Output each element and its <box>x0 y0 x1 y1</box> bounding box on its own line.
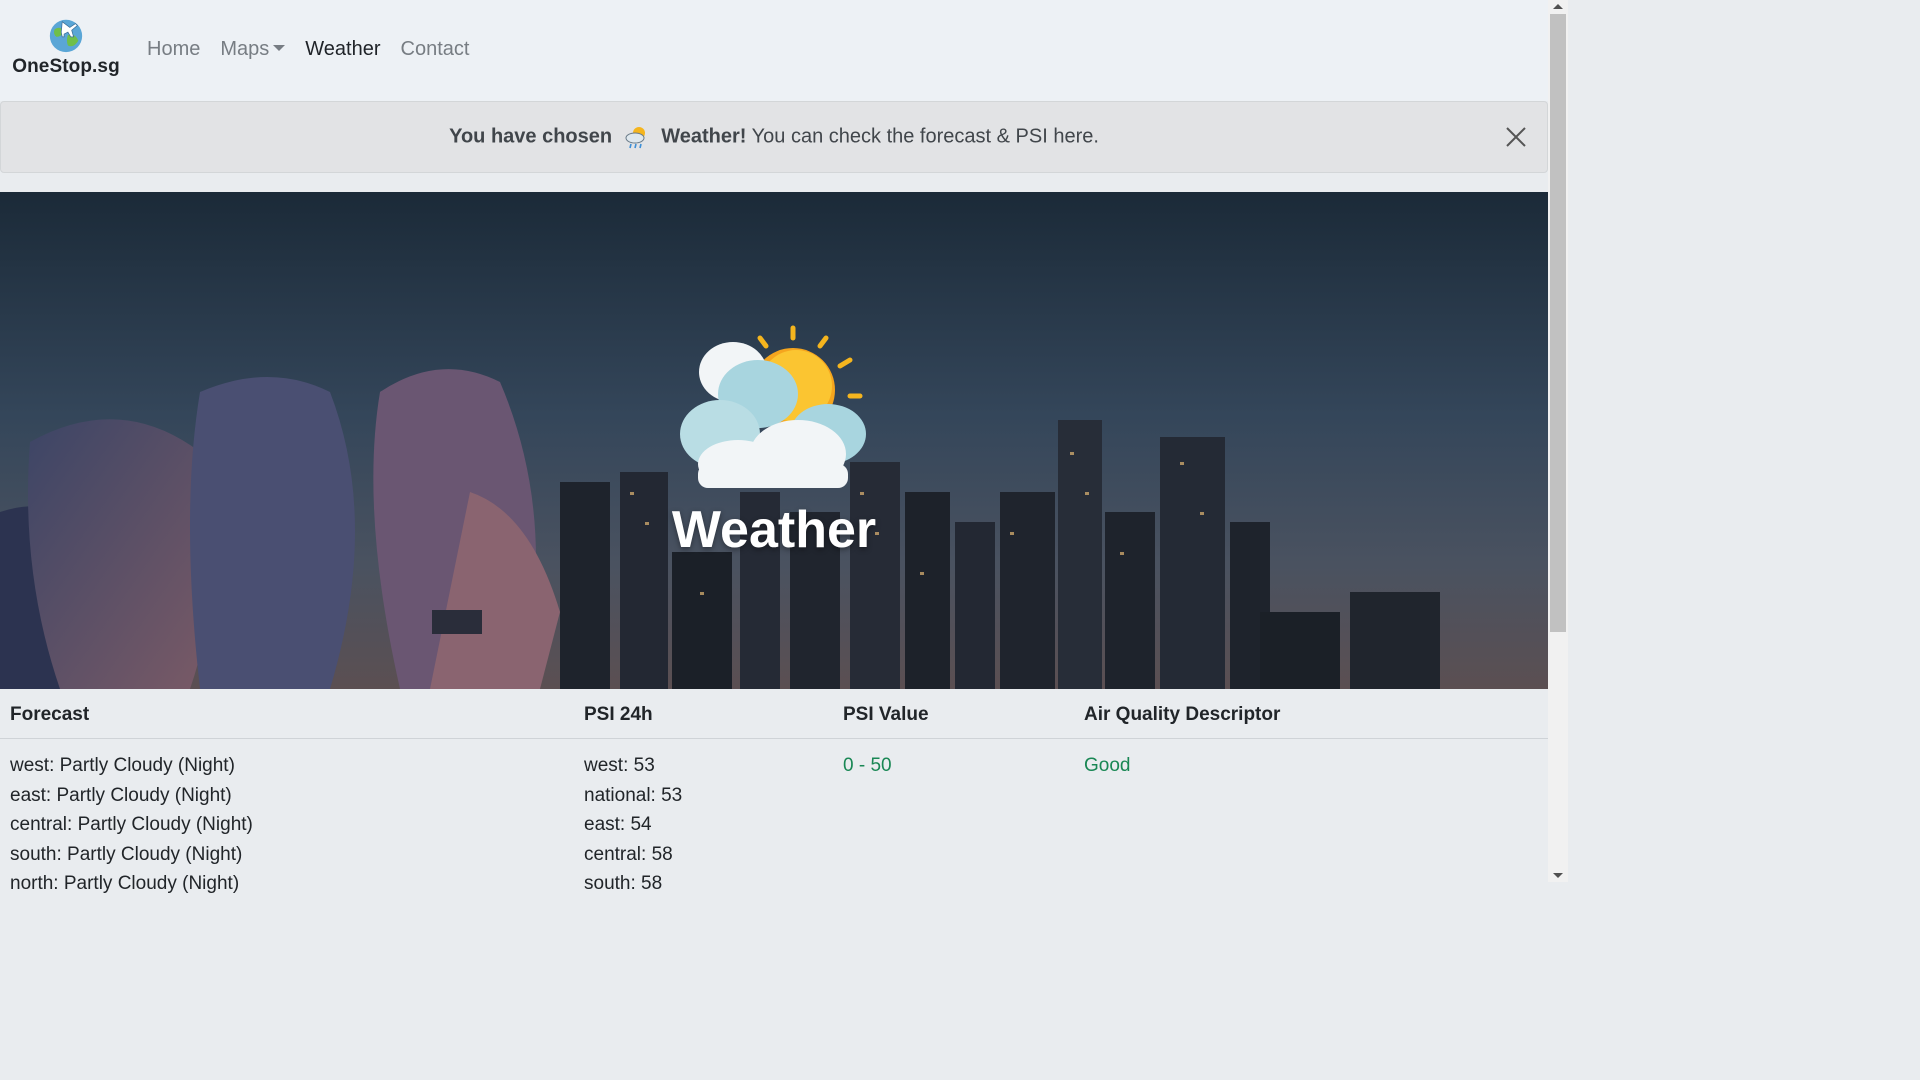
globe-plane-icon <box>49 19 83 53</box>
nav-contact[interactable]: Contact <box>401 38 470 61</box>
air-quality-cell: Good <box>1084 755 1131 776</box>
scroll-up-icon[interactable] <box>1553 4 1563 9</box>
alert-prefix: You have chosen <box>449 125 613 148</box>
brand-link[interactable]: OneStop.sg <box>12 16 120 78</box>
partly-cloudy-rain-icon <box>625 127 645 149</box>
header-psi-24h: PSI 24h <box>584 704 653 725</box>
psi-24h-column: west: 53 national: 53 east: 54 central: … <box>584 751 682 899</box>
table-row: central: 58 <box>584 843 673 865</box>
table-row: east: Partly Cloudy (Night) <box>10 784 232 806</box>
main-nav: Home Maps Weather Contact <box>147 38 489 61</box>
caret-down-icon <box>273 44 286 51</box>
alert-highlight: Weather! <box>661 125 747 148</box>
table-row: north: Partly Cloudy (Night) <box>10 873 240 894</box>
table-header: Forecast PSI 24h PSI Value Air Quality D… <box>0 689 1548 739</box>
table-row: national: 53 <box>584 784 683 806</box>
scroll-down-icon[interactable] <box>1553 873 1563 878</box>
table-row: west: Partly Cloudy (Night) <box>10 755 235 776</box>
table-row: central: Partly Cloudy (Night) <box>10 814 253 835</box>
brand-name: OneStop.sg <box>12 56 120 77</box>
nav-maps-dropdown[interactable]: Maps <box>220 38 286 61</box>
nav-weather[interactable]: Weather <box>305 38 380 61</box>
psi-value-cell: 0 - 50 <box>843 755 892 776</box>
sun-behind-cloud-icon <box>680 325 866 488</box>
alert-message: You can check the forecast & PSI here. <box>751 125 1099 148</box>
forecast-column: west: Partly Cloudy (Night) east: Partly… <box>10 751 253 899</box>
weather-table: Forecast PSI 24h PSI Value Air Quality D… <box>0 689 1548 894</box>
table-row: south: Partly Cloudy (Night) <box>10 843 243 865</box>
table-row: west: 53 <box>584 755 655 776</box>
info-alert: You have chosen Weather! You can check t… <box>0 101 1548 173</box>
page-title: Weather <box>671 501 877 559</box>
navbar: OneStop.sg Home Maps Weather Contact <box>0 0 1548 101</box>
page-scrollbar[interactable] <box>1548 0 1568 882</box>
nav-home[interactable]: Home <box>147 38 200 61</box>
header-air-quality: Air Quality Descriptor <box>1084 704 1281 725</box>
header-psi-value: PSI Value <box>843 704 929 725</box>
hero-banner: Weather <box>0 192 1548 689</box>
header-forecast: Forecast <box>10 704 90 725</box>
close-icon[interactable] <box>1505 126 1527 148</box>
scroll-thumb[interactable] <box>1550 14 1566 632</box>
table-row: south: 58 <box>584 873 663 894</box>
table-row: east: 54 <box>584 814 652 835</box>
nav-maps-label: Maps <box>220 38 270 60</box>
